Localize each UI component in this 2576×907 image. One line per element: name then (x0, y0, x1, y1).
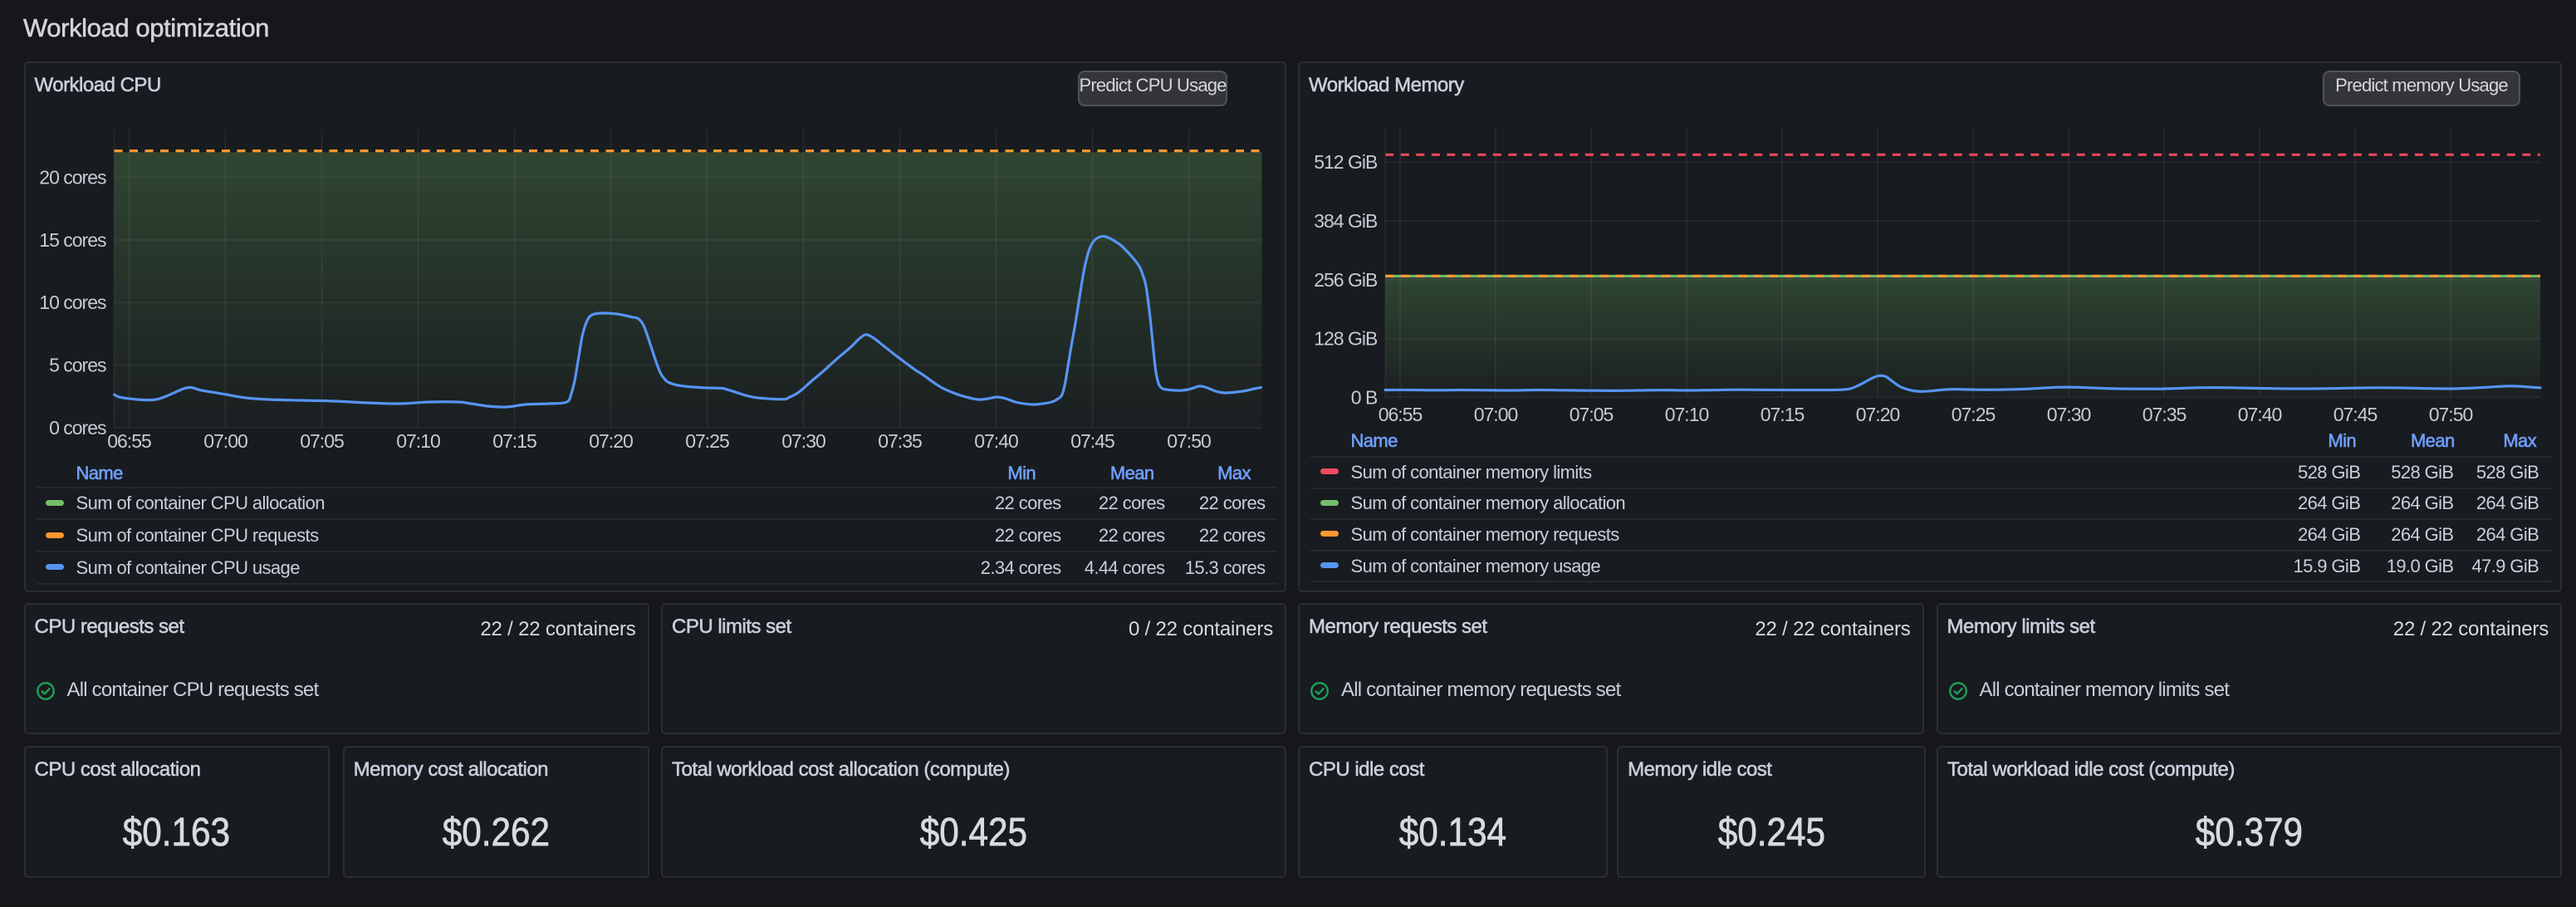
svg-text:07:20: 07:20 (589, 430, 633, 452)
svg-text:128 GiB: 128 GiB (1314, 328, 1378, 350)
svg-text:07:50: 07:50 (2429, 404, 2473, 425)
svg-text:07:25: 07:25 (1952, 404, 1996, 425)
svg-text:07:05: 07:05 (1570, 404, 1614, 425)
svg-text:0 cores: 0 cores (49, 417, 106, 439)
svg-text:0 B: 0 B (1351, 386, 1378, 408)
svg-text:20 cores: 20 cores (39, 166, 106, 188)
svg-text:07:45: 07:45 (1070, 430, 1114, 452)
svg-text:07:05: 07:05 (300, 430, 344, 452)
svg-text:07:40: 07:40 (974, 430, 1018, 452)
svg-text:07:15: 07:15 (1761, 404, 1805, 425)
svg-text:5 cores: 5 cores (49, 355, 106, 376)
svg-text:07:35: 07:35 (878, 430, 922, 452)
svg-text:07:15: 07:15 (492, 430, 536, 452)
svg-text:07:20: 07:20 (1856, 404, 1900, 425)
svg-text:512 GiB: 512 GiB (1314, 151, 1378, 173)
svg-text:256 GiB: 256 GiB (1314, 269, 1378, 291)
svg-text:07:00: 07:00 (1474, 404, 1518, 425)
svg-text:07:30: 07:30 (2047, 404, 2091, 425)
svg-text:06:55: 06:55 (1379, 404, 1423, 425)
svg-text:07:50: 07:50 (1167, 430, 1211, 452)
svg-text:07:30: 07:30 (781, 430, 825, 452)
svg-text:07:10: 07:10 (1665, 404, 1709, 425)
svg-text:07:00: 07:00 (203, 430, 247, 452)
svg-text:06:55: 06:55 (107, 430, 151, 452)
svg-text:07:45: 07:45 (2334, 404, 2378, 425)
svg-text:10 cores: 10 cores (39, 292, 106, 313)
svg-text:384 GiB: 384 GiB (1314, 210, 1378, 232)
svg-text:07:40: 07:40 (2238, 404, 2282, 425)
svg-text:07:10: 07:10 (396, 430, 440, 452)
svg-text:15 cores: 15 cores (39, 229, 106, 251)
svg-text:07:35: 07:35 (2143, 404, 2187, 425)
svg-text:07:25: 07:25 (685, 430, 729, 452)
